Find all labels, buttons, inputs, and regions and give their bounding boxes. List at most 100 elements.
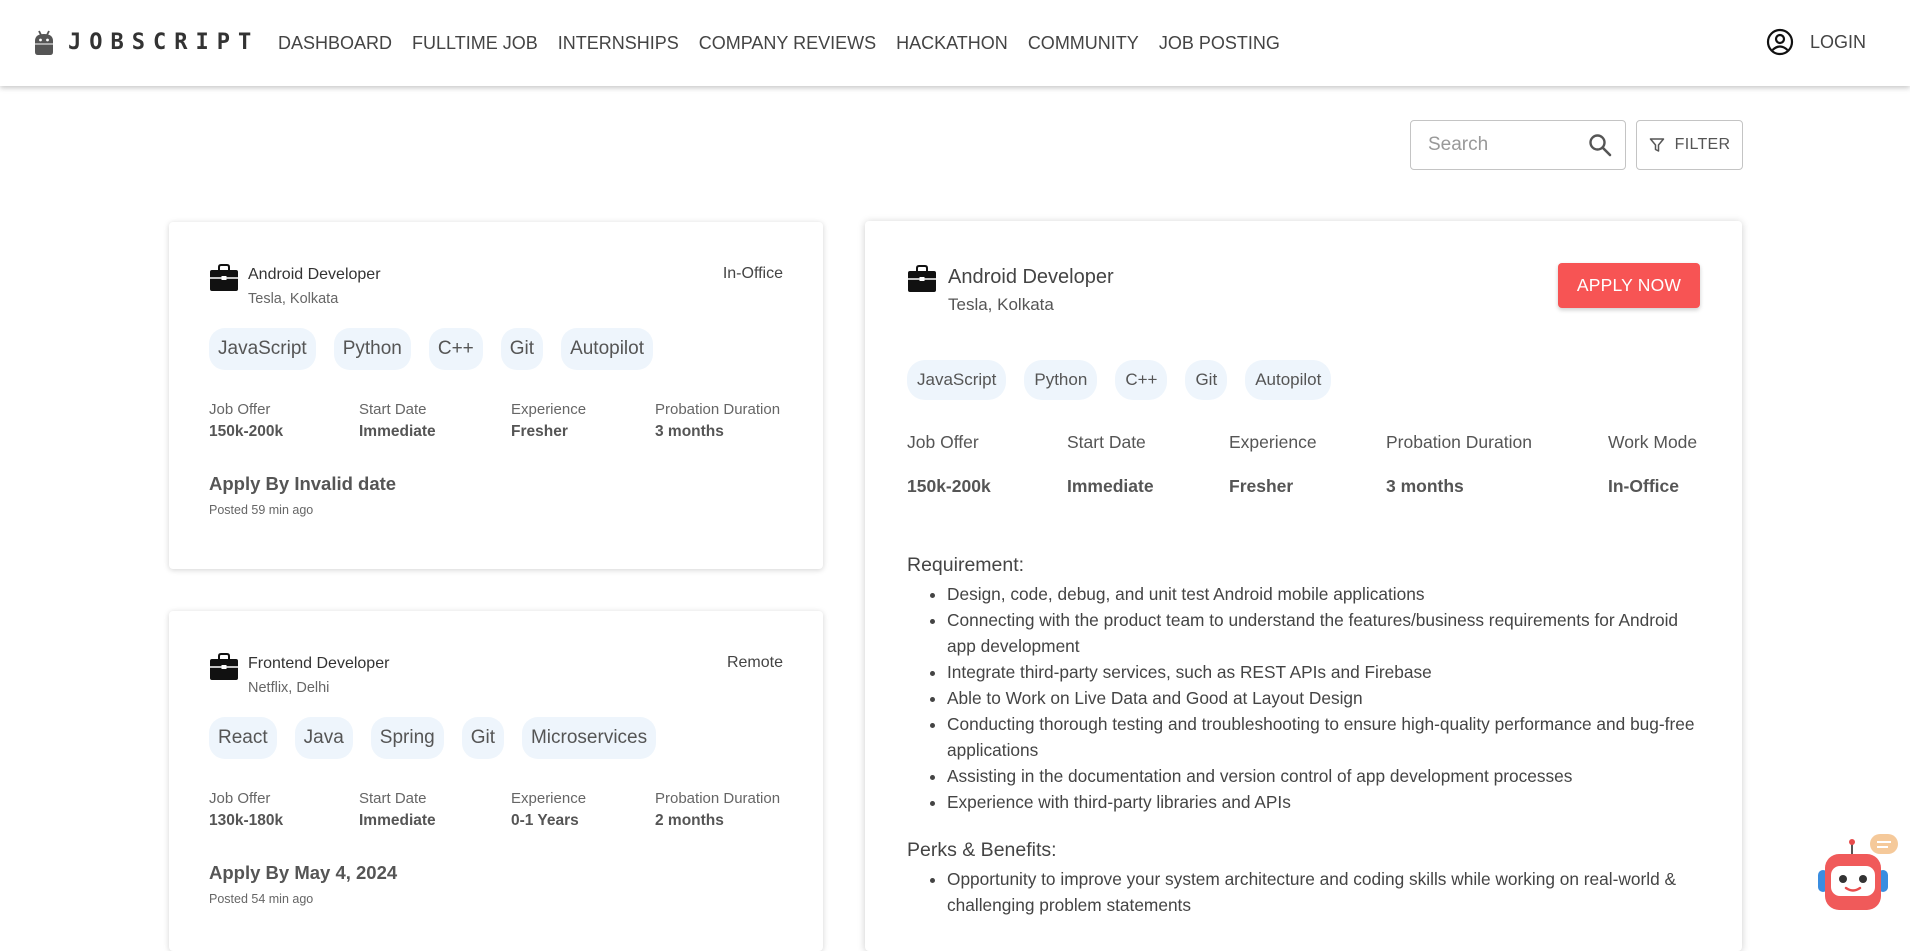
metric-experience: Experience Fresher <box>511 401 586 441</box>
skill-tag: Git <box>500 328 544 370</box>
search-input[interactable] <box>1428 134 1578 156</box>
skill-tags: React Java Spring Git Microservices <box>209 717 783 759</box>
work-mode: In-Office <box>722 265 783 282</box>
metric-label: Start Date <box>359 790 427 807</box>
detail-metric-job-offer: Job Offer 150k-200k <box>907 432 991 497</box>
nav-dashboard[interactable]: DASHBOARD <box>278 33 392 54</box>
briefcase-icon <box>210 264 238 291</box>
search-button[interactable] <box>1587 132 1613 158</box>
skill-tag: Microservices <box>521 717 657 759</box>
metric-label: Job Offer <box>209 401 271 418</box>
metric-label: Start Date <box>359 401 427 418</box>
skill-tag: Java <box>294 717 353 759</box>
skill-tag: C++ <box>1115 360 1168 400</box>
nav-company-reviews[interactable]: COMPANY REVIEWS <box>699 33 876 54</box>
brand-logo[interactable]: JOBSCRIPT <box>34 28 259 56</box>
login-label: LOGIN <box>1809 31 1866 52</box>
metric-value: 150k-200k <box>907 476 991 496</box>
detail-header: Android Developer Tesla, Kolkata <box>907 265 1114 315</box>
brand-name: JOBSCRIPT <box>68 29 260 55</box>
briefcase-icon <box>210 653 238 680</box>
search-icon <box>1589 134 1612 157</box>
metric-start-date: Start Date Immediate <box>359 790 436 830</box>
metric-value: Immediate <box>359 812 436 829</box>
job-company: Tesla, Kolkata <box>248 291 339 307</box>
metric-experience: Experience 0-1 Years <box>511 790 586 830</box>
skill-tag: C++ <box>428 328 483 370</box>
account-circle-icon <box>1766 28 1794 56</box>
metric-value: In-Office <box>1608 476 1679 496</box>
detail-metric-start-date: Start Date Immediate <box>1067 432 1154 497</box>
briefcase-icon <box>908 265 936 292</box>
job-card-header: Android Developer Tesla, Kolkata In-Offi… <box>209 264 783 310</box>
metric-start-date: Start Date Immediate <box>359 401 436 441</box>
login-button[interactable]: LOGIN <box>1766 28 1866 56</box>
metric-value: Fresher <box>1229 476 1294 496</box>
skill-tag: JavaScript <box>907 360 1007 400</box>
requirement-heading: Requirement: <box>907 554 1025 576</box>
skill-tags: JavaScript Python C++ Git Autopilot <box>209 328 783 370</box>
metric-label: Work Mode <box>1608 432 1698 452</box>
list-item: Integrate third-party services, such as … <box>947 659 1702 685</box>
skill-tag: Autopilot <box>1245 360 1332 400</box>
nav-community[interactable]: COMMUNITY <box>1028 33 1139 54</box>
metric-value: 150k-200k <box>209 423 284 440</box>
metric-label: Probation Duration <box>655 790 781 807</box>
skill-tag: Spring <box>370 717 444 759</box>
metric-label: Experience <box>1229 432 1317 452</box>
metric-label: Start Date <box>1067 432 1146 452</box>
detail-company: Tesla, Kolkata <box>948 295 1054 314</box>
job-metrics: Job Offer 150k-200k Start Date Immediate… <box>209 401 783 441</box>
metric-probation: Probation Duration 2 months <box>655 790 780 830</box>
detail-skill-tags: JavaScript Python C++ Git Autopilot <box>907 360 1349 400</box>
job-detail-panel: Android Developer Tesla, Kolkata APPLY N… <box>865 221 1742 951</box>
skill-tag: Python <box>1024 360 1098 400</box>
list-item: Able to Work on Live Data and Good at La… <box>947 685 1702 711</box>
job-card[interactable]: Android Developer Tesla, Kolkata In-Offi… <box>169 222 823 569</box>
job-title: Android Developer <box>248 266 381 283</box>
skill-tag: Autopilot <box>561 328 654 370</box>
list-item: Opportunity to improve your system archi… <box>947 866 1702 918</box>
list-item: Conducting thorough testing and troubles… <box>947 711 1702 763</box>
metric-value: Fresher <box>511 423 568 440</box>
nav-fulltime-job[interactable]: FULLTIME JOB <box>412 33 538 54</box>
metric-value: 3 months <box>655 423 724 440</box>
nav-hackathon[interactable]: HACKATHON <box>896 33 1008 54</box>
skill-tag: JavaScript <box>209 328 316 370</box>
perks-heading: Perks & Benefits: <box>907 839 1057 861</box>
job-card[interactable]: Frontend Developer Netflix, Delhi Remote… <box>169 611 823 951</box>
top-navbar: JOBSCRIPT DASHBOARD FULLTIME JOB INTERNS… <box>0 0 1910 86</box>
chatbot-button[interactable] <box>1812 832 1902 920</box>
job-metrics: Job Offer 130k-180k Start Date Immediate… <box>209 790 783 830</box>
skill-tag: React <box>209 717 277 759</box>
metric-label: Probation Duration <box>655 401 781 418</box>
metric-job-offer: Job Offer 130k-180k <box>209 790 283 830</box>
posted-time: Posted 59 min ago <box>209 503 314 517</box>
apply-now-button[interactable]: APPLY NOW <box>1558 263 1700 308</box>
nav-internships[interactable]: INTERNSHIPS <box>558 33 679 54</box>
metric-job-offer: Job Offer 150k-200k <box>209 401 283 441</box>
android-robot-icon <box>35 30 53 55</box>
nav-job-posting[interactable]: JOB POSTING <box>1159 33 1280 54</box>
chatbot-robot-icon <box>1818 834 1898 910</box>
list-item: Experience with third-party libraries an… <box>947 789 1702 815</box>
work-mode: Remote <box>726 654 783 671</box>
metric-label: Job Offer <box>907 432 979 452</box>
metric-value: 0-1 Years <box>511 812 579 829</box>
filter-label: FILTER <box>1674 136 1731 153</box>
metric-value: 130k-180k <box>209 812 284 829</box>
detail-metric-probation: Probation Duration 3 months <box>1386 432 1532 497</box>
filter-button[interactable]: FILTER <box>1636 120 1743 170</box>
filter-icon <box>1649 138 1664 152</box>
detail-metric-work-mode: Work Mode In-Office <box>1608 432 1697 497</box>
metric-label: Probation Duration <box>1386 432 1532 452</box>
metric-value: 2 months <box>655 812 724 829</box>
detail-job-title: Android Developer <box>948 266 1114 288</box>
nav-links: DASHBOARD FULLTIME JOB INTERNSHIPS COMPA… <box>278 33 1300 54</box>
skill-tag: Git <box>461 717 504 759</box>
list-item: Design, code, debug, and unit test Andro… <box>947 581 1702 607</box>
perks-list: Opportunity to improve your system archi… <box>947 866 1702 918</box>
list-item: Connecting with the product team to unde… <box>947 607 1702 659</box>
metric-value: Immediate <box>1067 476 1154 496</box>
skill-tag: Python <box>333 328 411 370</box>
